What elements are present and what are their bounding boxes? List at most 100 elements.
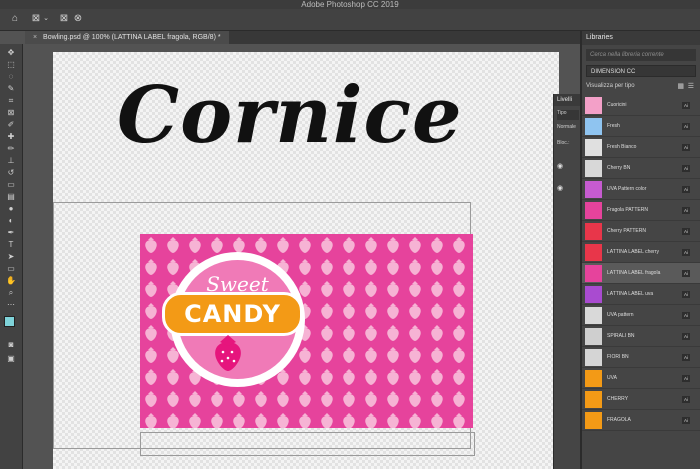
healing-icon[interactable]: ✚ — [4, 132, 18, 142]
dodge-icon[interactable]: ◐ — [4, 216, 18, 226]
screen-mode-icon[interactable]: ▣ — [4, 354, 18, 364]
options-bar: ⌂ ⊠ ⌄ ⊠ ⊗ — [0, 9, 700, 31]
library-item-name: SPIRALI BN — [607, 333, 635, 339]
layers-panel: Livelli Tipo Normale Bloc.: ◉ ◉ — [553, 94, 581, 469]
close-tab-icon[interactable]: × — [33, 34, 37, 41]
library-item-name: Cuoricini — [607, 102, 627, 108]
library-item[interactable]: UVA Ai — [582, 368, 700, 389]
quick-mask-icon[interactable]: ◙ — [4, 340, 18, 350]
eyedropper-icon[interactable]: ✐ — [4, 120, 18, 130]
library-item[interactable]: SPIRALI BN Ai — [582, 326, 700, 347]
library-item[interactable]: Fresh Ai — [582, 116, 700, 137]
library-select[interactable]: DIMENSION CC — [586, 65, 696, 77]
library-item[interactable]: FRAGOLA Ai — [582, 410, 700, 431]
illustrator-badge: Ai — [682, 207, 690, 214]
stamp-icon[interactable]: ⊥ — [4, 156, 18, 166]
hand-icon[interactable]: ✋ — [4, 276, 18, 286]
text-icon[interactable]: T — [4, 240, 18, 250]
home-icon[interactable]: ⌂ — [8, 12, 22, 26]
illustrator-badge: Ai — [682, 144, 690, 151]
more-tools-icon[interactable]: ⋯ — [4, 300, 18, 310]
quick-select-icon[interactable]: ✎ — [4, 84, 18, 94]
library-item[interactable]: Cherry BN Ai — [582, 158, 700, 179]
library-item-thumbnail — [585, 223, 602, 240]
library-item[interactable]: Fresh Bianco Ai — [582, 137, 700, 158]
library-item[interactable]: UVA pattern Ai — [582, 305, 700, 326]
marquee-icon[interactable]: ⊠ — [30, 12, 42, 26]
zoom-icon[interactable]: ⌕ — [4, 288, 18, 298]
illustrator-badge: Ai — [682, 249, 690, 256]
path-select-icon[interactable]: ➤ — [4, 252, 18, 262]
artboard[interactable]: Cornice Sweet CANDY — [53, 52, 559, 469]
layers-panel-title: Livelli — [554, 94, 581, 106]
library-item[interactable]: LATTINA LABEL cherry Ai — [582, 242, 700, 263]
library-item-thumbnail — [585, 349, 602, 366]
library-item-thumbnail — [585, 97, 602, 114]
illustrator-badge: Ai — [682, 165, 690, 172]
eye-icon[interactable]: ◉ — [557, 184, 563, 192]
illustrator-badge: Ai — [682, 186, 690, 193]
library-item[interactable]: LATTINA LABEL fragola Ai — [582, 263, 700, 284]
library-item[interactable]: Cherry PATTERN Ai — [582, 221, 700, 242]
gradient-icon[interactable]: ▤ — [4, 192, 18, 202]
chevron-down-icon[interactable]: ⌄ — [42, 12, 50, 26]
crop-icon[interactable]: ⌗ — [4, 96, 18, 106]
library-item-name: UVA Pattern color — [607, 186, 647, 192]
library-item-name: LATTINA LABEL cherry — [607, 249, 659, 255]
candy-text: CANDY — [184, 300, 281, 328]
frame-icon[interactable]: ⊠ — [4, 108, 18, 118]
cancel-icon[interactable]: ⊗ — [72, 12, 84, 26]
library-item[interactable]: Cuoricini Ai — [582, 95, 700, 116]
library-item-name: LATTINA LABEL uva — [607, 291, 654, 297]
library-item-thumbnail — [585, 307, 602, 324]
library-item-thumbnail — [585, 244, 602, 261]
library-item[interactable]: UVA Pattern color Ai — [582, 179, 700, 200]
library-item[interactable]: FIORI BN Ai — [582, 347, 700, 368]
illustrator-badge: Ai — [682, 123, 690, 130]
library-item-thumbnail — [585, 181, 602, 198]
grid-view-icon[interactable]: ▦ — [677, 82, 684, 90]
history-brush-icon[interactable]: ↺ — [4, 168, 18, 178]
title-bar: Adobe Photoshop CC 2019 — [0, 0, 700, 9]
sweet-candy-badge: Sweet CANDY — [162, 252, 305, 387]
strawberry-icon — [215, 335, 241, 371]
view-by-type-select[interactable]: Visualizza per tipo — [586, 81, 635, 91]
library-item[interactable]: LATTINA LABEL uva Ai — [582, 284, 700, 305]
pen-icon[interactable]: ✒ — [4, 228, 18, 238]
lasso-icon[interactable]: ◌ — [4, 72, 18, 82]
marquee-tool-icon[interactable]: ⬚ — [4, 60, 18, 70]
library-item[interactable]: CHERRY Ai — [582, 389, 700, 410]
libraries-search-input[interactable]: Cerca nella libreria corrente — [586, 49, 696, 61]
brush-icon[interactable]: ✏ — [4, 144, 18, 154]
rectangle-icon[interactable]: ▭ — [4, 264, 18, 274]
eye-icon[interactable]: ◉ — [557, 162, 563, 170]
illustrator-badge: Ai — [682, 102, 690, 109]
list-view-icon[interactable]: ☰ — [688, 82, 694, 90]
library-item-thumbnail — [585, 370, 602, 387]
eraser-icon[interactable]: ▭ — [4, 180, 18, 190]
blur-icon[interactable]: ● — [4, 204, 18, 214]
lock-label: Bloc.: — [557, 140, 570, 146]
tools-panel: ✥ ⬚ ◌ ✎ ⌗ ⊠ ✐ ✚ ✏ ⊥ ↺ ▭ ▤ ● ◐ ✒ T ➤ ▭ ✋ … — [0, 44, 23, 469]
library-item-name: Fragola PATTERN — [607, 207, 648, 213]
canvas-area[interactable]: Cornice Sweet CANDY — [23, 44, 580, 469]
library-item-name: CHERRY — [607, 396, 629, 402]
candy-ribbon: CANDY — [162, 292, 303, 336]
library-item[interactable]: Fragola PATTERN Ai — [582, 200, 700, 221]
illustrator-badge: Ai — [682, 312, 690, 319]
blend-mode-select[interactable]: Normale — [557, 124, 576, 130]
library-item-name: LATTINA LABEL fragola — [607, 270, 661, 276]
document-tab[interactable]: × Bowling.psd @ 100% (LATTINA LABEL frag… — [25, 31, 229, 44]
transform-icon[interactable]: ⊠ — [58, 12, 70, 26]
foreground-color-swatch[interactable] — [4, 316, 15, 327]
library-item-thumbnail — [585, 118, 602, 135]
move-icon[interactable]: ✥ — [4, 48, 18, 58]
document-tab-title: Bowling.psd @ 100% (LATTINA LABEL fragol… — [43, 34, 221, 41]
layer-filter-field[interactable]: Tipo — [557, 110, 579, 120]
cornice-heading: Cornice — [117, 70, 463, 161]
library-item-thumbnail — [585, 265, 602, 282]
library-item-name: Cherry PATTERN — [607, 228, 646, 234]
library-item-name: UVA — [607, 375, 617, 381]
candy-label-artwork[interactable]: Sweet CANDY — [140, 234, 473, 428]
illustrator-badge: Ai — [682, 270, 690, 277]
